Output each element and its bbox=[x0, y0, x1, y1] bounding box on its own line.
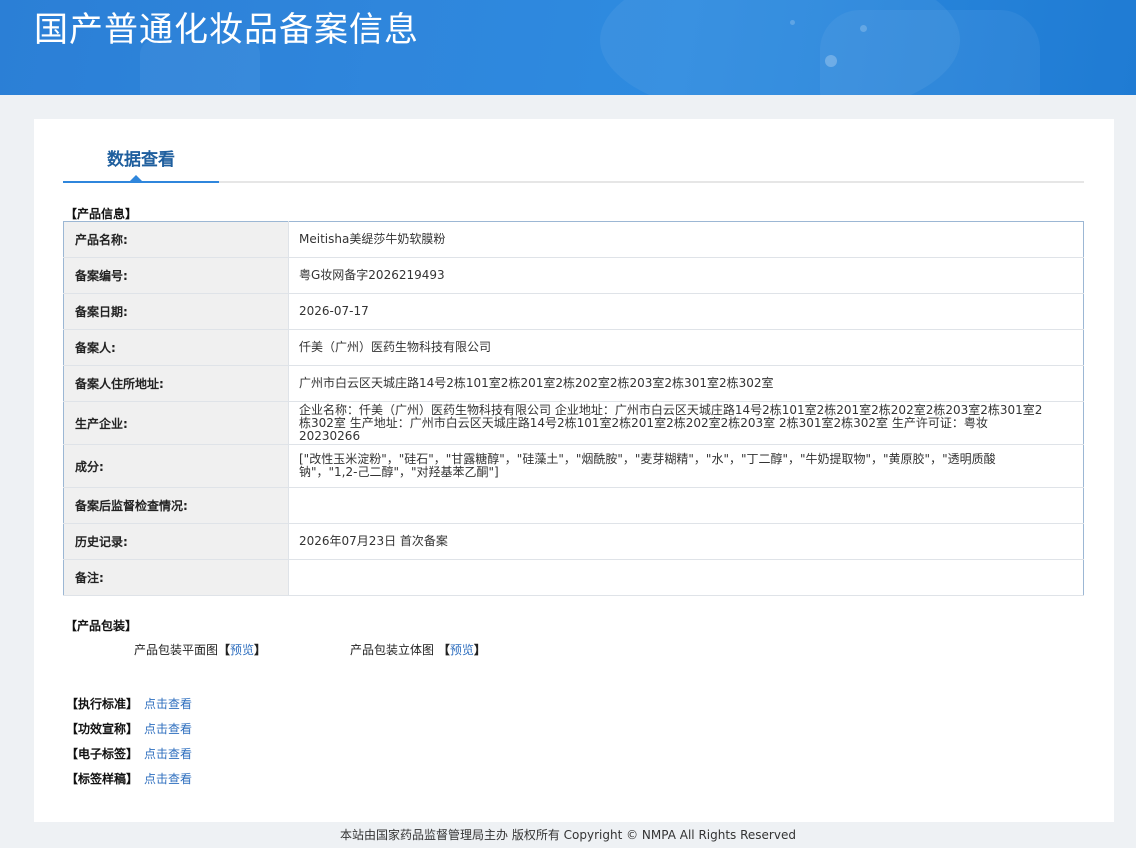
banner-decoration bbox=[820, 10, 1040, 95]
standard-row: 【执行标准】 点击查看 bbox=[66, 695, 192, 712]
package-solid-item: 产品包装立体图 【预览】 bbox=[350, 641, 486, 658]
table-row: 备案日期: 2026-07-17 bbox=[63, 293, 1084, 330]
table-row: 备案编号: 粤G妆网备字2026219493 bbox=[63, 257, 1084, 294]
table-row: 备案人: 仟美（广州）医药生物科技有限公司 bbox=[63, 329, 1084, 366]
table-row: 产品名称: Meitisha美缇莎牛奶软膜粉 bbox=[63, 221, 1084, 258]
row-value bbox=[288, 487, 1084, 524]
e-label-label: 【电子标签】 bbox=[66, 747, 139, 761]
row-key: 生产企业: bbox=[63, 401, 289, 445]
row-key: 备案人: bbox=[63, 329, 289, 366]
bracket-close: 】 bbox=[473, 643, 486, 657]
row-value: 仟美（广州）医药生物科技有限公司 bbox=[288, 329, 1084, 366]
header-banner: 国产普通化妆品备案信息 bbox=[0, 0, 1136, 95]
row-key: 备案日期: bbox=[63, 293, 289, 330]
e-label-row: 【电子标签】 点击查看 bbox=[66, 745, 192, 762]
table-row: 备注: bbox=[63, 559, 1084, 596]
row-key: 备案人住所地址: bbox=[63, 365, 289, 402]
product-info-table: 产品名称: Meitisha美缇莎牛奶软膜粉 备案编号: 粤G妆网备字20262… bbox=[63, 221, 1084, 596]
label-sample-label: 【标签样稿】 bbox=[66, 772, 139, 786]
footer-copyright: 本站由国家药品监督管理局主办 版权所有 Copyright © NMPA All… bbox=[340, 828, 796, 842]
row-key: 备案后监督检查情况: bbox=[63, 487, 289, 524]
table-row: 成分: ["改性玉米淀粉"，"硅石"，"甘露糖醇"，"硅藻土"，"烟酰胺"，"麦… bbox=[63, 444, 1084, 488]
row-value: 粤G妆网备字2026219493 bbox=[288, 257, 1084, 294]
e-label-view-link[interactable]: 点击查看 bbox=[144, 747, 192, 761]
row-value: 2026年07月23日 首次备案 bbox=[288, 523, 1084, 560]
efficacy-label: 【功效宣称】 bbox=[66, 722, 139, 736]
row-key: 产品名称: bbox=[63, 221, 289, 258]
standard-label: 【执行标准】 bbox=[66, 697, 139, 711]
table-row: 历史记录: 2026年07月23日 首次备案 bbox=[63, 523, 1084, 560]
row-key: 成分: bbox=[63, 444, 289, 488]
tab-data-view[interactable]: 数据查看 bbox=[63, 119, 219, 183]
efficacy-row: 【功效宣称】 点击查看 bbox=[66, 720, 192, 737]
row-key: 历史记录: bbox=[63, 523, 289, 560]
tab-active-caret-icon bbox=[130, 175, 142, 181]
row-key: 备注: bbox=[63, 559, 289, 596]
row-value: 企业名称：仟美（广州）医药生物科技有限公司 企业地址：广州市白云区天城庄路14号… bbox=[288, 401, 1084, 445]
banner-dot bbox=[860, 25, 867, 32]
package-flat-preview-link[interactable]: 预览 bbox=[230, 643, 254, 657]
row-value: ["改性玉米淀粉"，"硅石"，"甘露糖醇"，"硅藻土"，"烟酰胺"，"麦芽糊精"… bbox=[288, 444, 1084, 488]
packaging-section-label: 【产品包装】 bbox=[65, 619, 138, 633]
row-value bbox=[288, 559, 1084, 596]
efficacy-view-link[interactable]: 点击查看 bbox=[144, 722, 192, 736]
page-title: 国产普通化妆品备案信息 bbox=[34, 10, 419, 50]
row-key: 备案编号: bbox=[63, 257, 289, 294]
package-solid-preview-link[interactable]: 预览 bbox=[450, 643, 474, 657]
table-row: 生产企业: 企业名称：仟美（广州）医药生物科技有限公司 企业地址：广州市白云区天… bbox=[63, 401, 1084, 445]
package-flat-item: 产品包装平面图【预览】 bbox=[134, 641, 266, 658]
row-value: 广州市白云区天城庄路14号2栋101室2栋201室2栋202室2栋203室2栋3… bbox=[288, 365, 1084, 402]
standard-view-link[interactable]: 点击查看 bbox=[144, 697, 192, 711]
table-row: 备案人住所地址: 广州市白云区天城庄路14号2栋101室2栋201室2栋202室… bbox=[63, 365, 1084, 402]
row-value: 2026-07-17 bbox=[288, 293, 1084, 330]
table-row: 备案后监督检查情况: bbox=[63, 487, 1084, 524]
bracket-open: 【 bbox=[218, 643, 231, 657]
row-value: Meitisha美缇莎牛奶软膜粉 bbox=[288, 221, 1084, 258]
label-sample-row: 【标签样稿】 点击查看 bbox=[66, 770, 192, 787]
tab-bar: 数据查看 bbox=[63, 119, 1084, 183]
banner-dot bbox=[825, 55, 837, 67]
main-card: 数据查看 【产品信息】 产品名称: Meitisha美缇莎牛奶软膜粉 备案编号:… bbox=[34, 119, 1114, 822]
tab-label: 数据查看 bbox=[107, 150, 175, 170]
package-flat-label: 产品包装平面图 bbox=[134, 643, 219, 657]
bracket-close: 】 bbox=[254, 643, 267, 657]
package-solid-label: 产品包装立体图 bbox=[350, 643, 435, 657]
product-info-section-label: 【产品信息】 bbox=[65, 207, 138, 221]
bracket-open: 【 bbox=[437, 643, 450, 657]
banner-dot bbox=[790, 20, 795, 25]
label-sample-view-link[interactable]: 点击查看 bbox=[144, 772, 192, 786]
